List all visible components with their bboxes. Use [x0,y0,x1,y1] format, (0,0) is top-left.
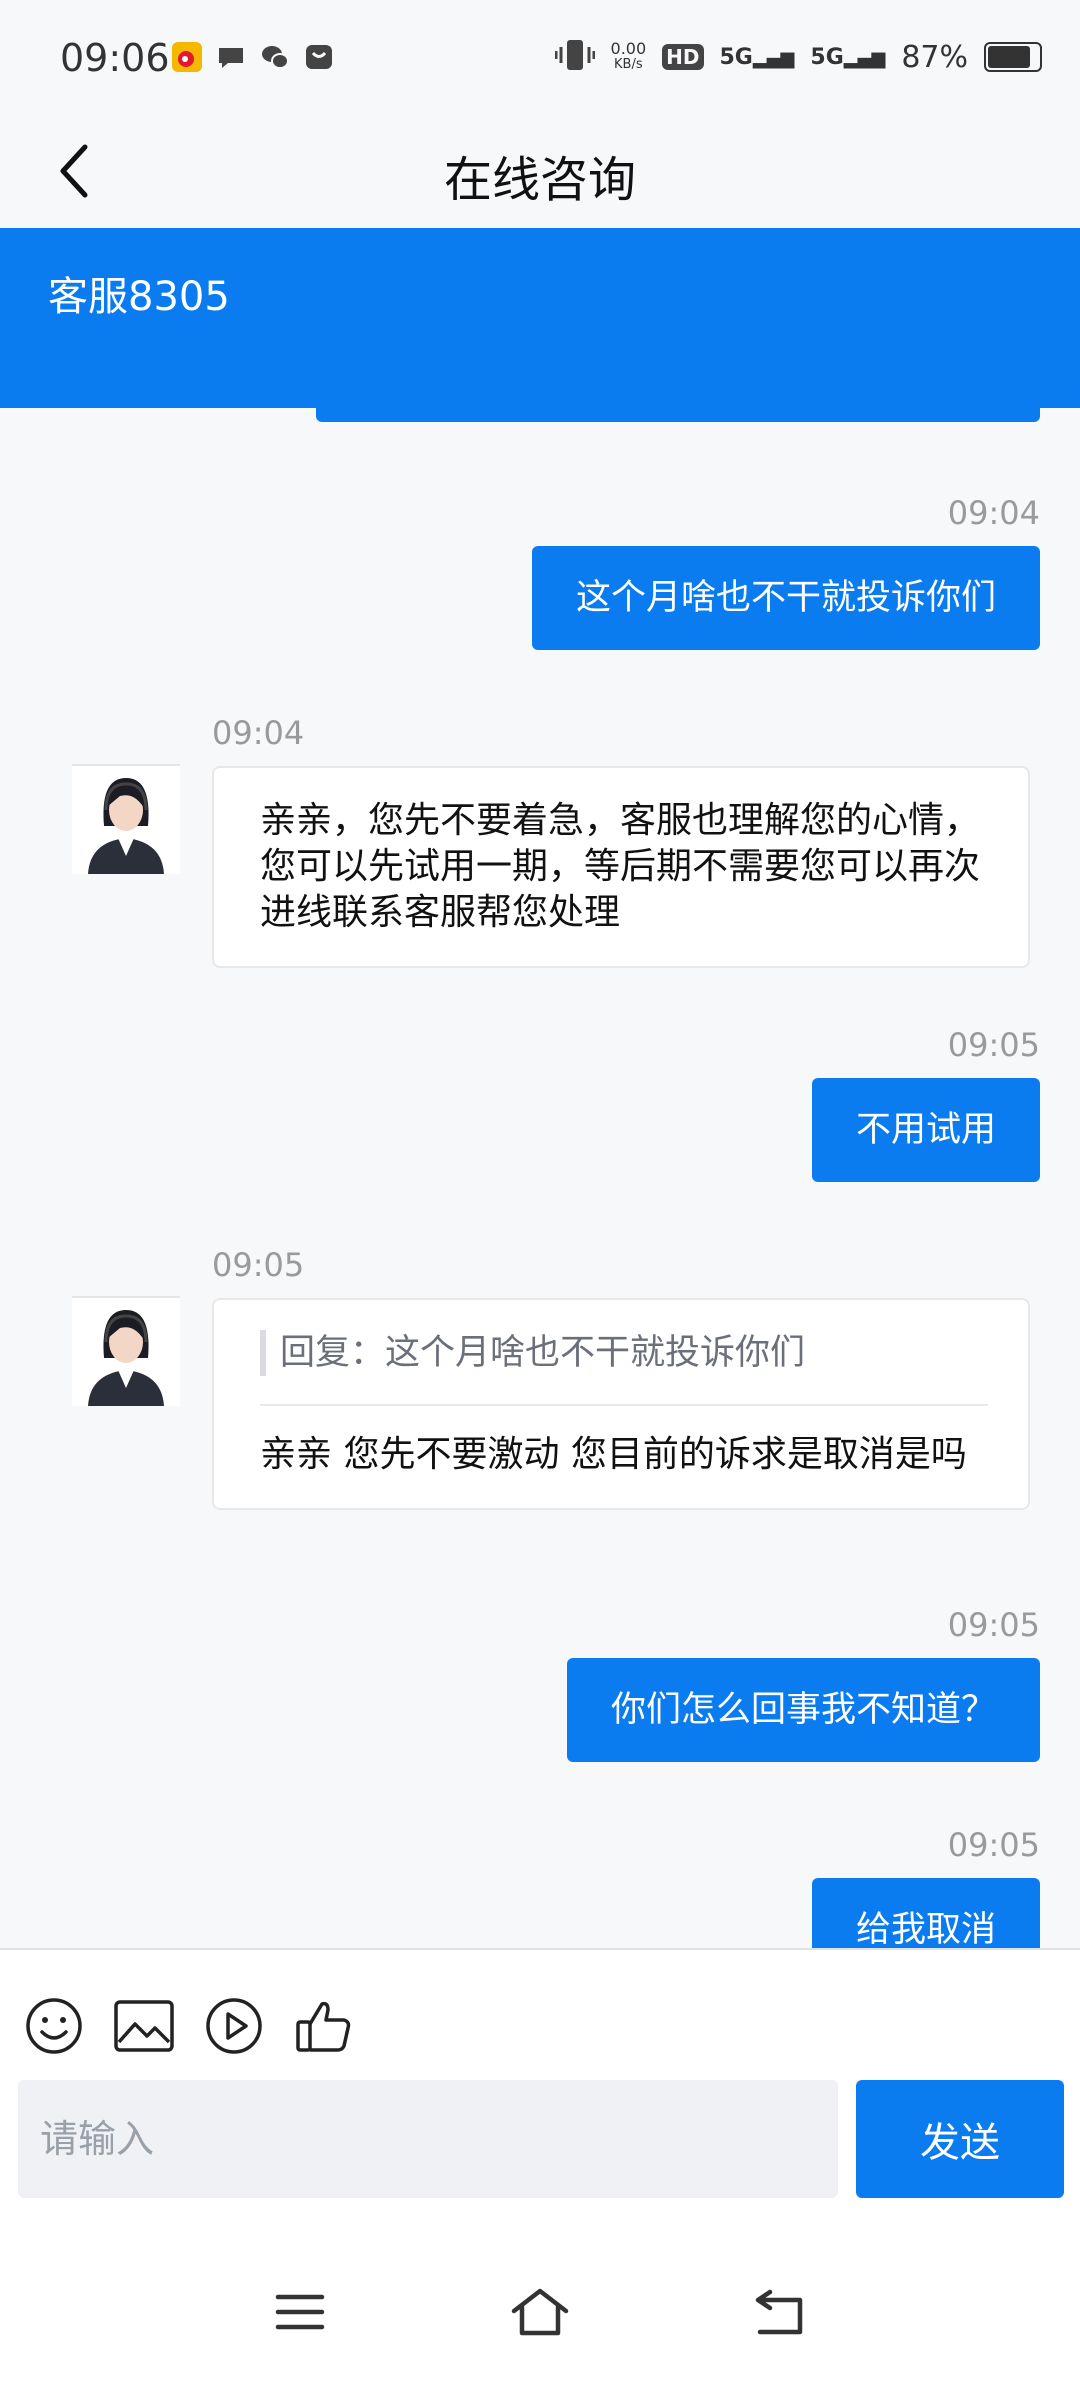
message-bubble-outgoing[interactable]: 给我取消 [811,1878,1040,1948]
reply-divider [260,1404,988,1406]
message-time: 09:04 [212,714,305,752]
back-icon [755,2289,803,2335]
message-text: 这个月啥也不干就投诉你们 [575,578,996,618]
message-bubble-incoming-reply[interactable]: 回复：这个月啥也不干就投诉你们 亲亲 您先不要激动 您目前的诉求是取消是吗 [212,1298,1030,1510]
avatar-agent-icon [88,1310,164,1406]
message-input[interactable] [18,2080,838,2198]
send-button[interactable]: 发送 [856,2080,1064,2198]
message-time: 09:05 [947,1606,1040,1644]
message-text: 你们怎么回事我不知道？ [610,1690,996,1730]
message-time: 09:05 [947,1026,1040,1064]
input-panel: 发送 [0,1948,1080,2210]
speed-value: 0.00 [610,39,647,58]
message-text: 亲亲，您先不要着急，客服也理解您的心情，您可以先试用一期，等后期不需要您可以再次… [260,800,981,933]
agent-bar: 客服8305 [0,228,1080,408]
notification-icons [172,42,334,72]
like-button[interactable] [292,1994,356,2058]
message-bubble-incoming[interactable]: 亲亲，您先不要着急，客服也理解您的心情，您可以先试用一期，等后期不需要您可以再次… [212,766,1030,968]
reply-quote: 回复：这个月啥也不干就投诉你们 [260,1330,982,1376]
status-right: 0.00 KB/s HD 5G▂▄▆ 5G▂▄▆ 87% [554,38,1042,76]
previous-message-tail [316,408,1040,422]
chat-area[interactable]: 09:04 这个月啥也不干就投诉你们 09:04 亲亲，您先不要着急，客服也理解… [0,408,1080,1948]
message-text: 不用试用 [855,1110,996,1150]
battery-fill [988,46,1030,68]
back-nav-button[interactable] [740,2272,820,2352]
menu-nav-button[interactable] [260,2272,340,2352]
net1-label: 5G [719,44,753,70]
net2-label: 5G [810,44,844,70]
battery-icon [984,42,1042,72]
wechat-icon [260,42,290,72]
agent-avatar[interactable] [72,764,180,874]
status-bar: 09:06 0.00 KB/s HD 5G▂▄▆ 5G▂▄▆ 87% [0,0,1080,118]
weibo-icon [172,42,202,72]
message-text: 给我取消 [855,1910,996,1948]
speed-unit: KB/s [614,57,643,72]
home-icon [511,2288,569,2336]
hd-badge: HD [662,44,704,70]
vibrate-icon [554,38,596,76]
network-5g-1: 5G▂▄▆ [720,45,795,70]
home-nav-button[interactable] [500,2272,580,2352]
network-speed: 0.00 KB/s [611,41,647,73]
message-bubble-outgoing[interactable]: 不用试用 [811,1078,1040,1182]
message-time: 09:05 [212,1246,305,1284]
status-time: 09:06 [60,36,170,80]
image-button[interactable] [112,1994,176,2058]
message-icon [216,42,246,72]
shopping-bag-icon [304,42,334,72]
title-bar: 在线咨询 [0,118,1080,228]
emoji-icon [26,1998,82,2054]
signal-icon-2: ▂▄▆ [843,47,886,69]
signal-icon: ▂▄▆ [752,47,795,69]
battery-percent: 87% [901,39,968,75]
menu-icon [275,2294,325,2330]
video-play-icon [206,1998,262,2054]
emoji-button[interactable] [22,1994,86,2058]
message-bubble-outgoing[interactable]: 这个月啥也不干就投诉你们 [531,546,1040,650]
video-button[interactable] [202,1994,266,2058]
agent-avatar[interactable] [72,1296,180,1406]
page-title: 在线咨询 [443,152,636,208]
message-time: 09:04 [947,494,1040,532]
agent-name: 客服8305 [48,274,230,320]
message-time: 09:05 [947,1826,1040,1864]
thumbs-up-icon [296,2001,351,2052]
network-5g-2: 5G▂▄▆ [810,45,885,70]
avatar-agent-icon [88,778,164,874]
message-text: 亲亲 您先不要激动 您目前的诉求是取消是吗 [260,1434,967,1475]
image-icon [114,2000,174,2052]
message-bubble-outgoing[interactable]: 你们怎么回事我不知道？ [566,1658,1040,1762]
system-nav-bar [0,2208,1080,2400]
